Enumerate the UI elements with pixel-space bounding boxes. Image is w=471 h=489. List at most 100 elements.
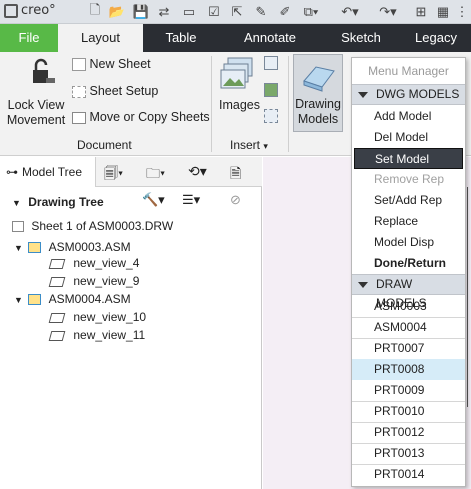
export-icon[interactable]: ⇱ xyxy=(228,3,246,21)
model-tree-icon: ⊶ xyxy=(6,165,18,179)
tree-asm0003-item[interactable]: ▼ ASM0003.ASM xyxy=(14,240,131,254)
history-tab-icon[interactable]: ⟲▾ xyxy=(188,163,207,180)
menu-model-disp[interactable]: Model Disp xyxy=(352,232,465,253)
draw-models-header[interactable]: DRAW MODELS xyxy=(352,274,465,310)
menu-model-asm0004[interactable]: ASM0004 xyxy=(352,317,465,338)
tree-settings-icon[interactable]: ☰▾ xyxy=(182,192,200,208)
tree-view-item[interactable]: new_view_4 xyxy=(48,256,140,270)
images-button[interactable]: Images xyxy=(219,98,260,112)
menu-manager-title: Menu Manager xyxy=(368,64,449,78)
left-pane: ⊶ Model Tree 🗐▾ 🗀▾ ⟲▾ 🗎 ▼ Drawing Tree 🔨… xyxy=(0,157,262,489)
collapse-icon xyxy=(358,282,368,288)
tree-view-item[interactable]: new_view_11 xyxy=(48,328,146,342)
drawing-tree-label: Drawing Tree xyxy=(28,195,104,209)
menu-add-model[interactable]: Add Model xyxy=(352,106,465,127)
menu-model-prt0010[interactable]: PRT0010 xyxy=(352,401,465,422)
sheet-icon xyxy=(12,221,24,233)
menu-replace[interactable]: Replace xyxy=(352,211,465,232)
menu-done-return[interactable]: Done/Return xyxy=(352,253,465,274)
menu-model-asm0003[interactable]: ASM0003 xyxy=(352,296,465,317)
menu-model-prt0014[interactable]: PRT0014 xyxy=(352,464,465,485)
annotate-edit-icon[interactable]: ✐ xyxy=(276,3,294,21)
tab-model-tree[interactable]: ⊶ Model Tree xyxy=(0,157,96,187)
assembly-icon xyxy=(28,242,42,254)
layers-tab-icon[interactable]: 🗐▾ xyxy=(104,163,123,187)
insert-object-icon[interactable] xyxy=(264,56,280,72)
lock-view-movement-button[interactable]: Lock View Movement xyxy=(4,98,68,128)
dwg-models-header[interactable]: DWG MODELS xyxy=(352,84,465,105)
drawing-models-label: Drawing Models xyxy=(295,97,341,126)
undo-icon[interactable]: ↶▾ xyxy=(338,3,362,21)
insert-picture-icon[interactable] xyxy=(264,83,280,99)
ribbon-separator xyxy=(288,56,289,152)
menu-del-model[interactable]: Del Model xyxy=(352,127,465,148)
new-sheet-button[interactable]: New Sheet xyxy=(72,57,151,72)
tab-sketch[interactable]: Sketch xyxy=(321,24,401,52)
tab-file[interactable]: File xyxy=(0,24,58,52)
insert-frame-icon[interactable] xyxy=(264,109,280,125)
insert-picture-shape xyxy=(264,83,278,97)
tab-legacy[interactable]: Legacy xyxy=(401,24,471,52)
menu-model-prt0013[interactable]: PRT0013 xyxy=(352,443,465,464)
menu-model-prt0012[interactable]: PRT0012 xyxy=(352,422,465,443)
tree-asm0004-item[interactable]: ▼ ASM0004.ASM xyxy=(14,292,131,306)
menu-remove-rep: Remove Rep xyxy=(374,172,445,186)
redo-icon[interactable]: ↷▾ xyxy=(376,3,400,21)
menu-set-model[interactable]: Set Model xyxy=(354,148,463,169)
window-icon[interactable]: ▭ xyxy=(180,3,198,21)
insert-dropdown-icon: ▾ xyxy=(263,141,268,151)
regenerate-icon[interactable]: ⇄ xyxy=(155,3,173,21)
tools-icon[interactable]: 🔨▾ xyxy=(142,192,165,208)
favorites-tab-icon[interactable]: 🗀▾ xyxy=(146,163,165,187)
document-group-label: Document xyxy=(77,138,132,152)
drawing-tree-header[interactable]: ▼ Drawing Tree xyxy=(12,195,104,209)
checkbox-icon[interactable]: ☑ xyxy=(205,3,223,21)
new-file-icon[interactable]: 🗋 xyxy=(86,2,104,21)
table-icon[interactable]: ⊞ xyxy=(412,3,430,21)
menu-model-prt0008[interactable]: PRT0008 xyxy=(352,359,465,380)
tab-layout[interactable]: Layout xyxy=(58,24,143,52)
images-icon[interactable] xyxy=(220,56,256,94)
creo-logo-icon xyxy=(4,3,18,18)
menu-model-prt0009[interactable]: PRT0009 xyxy=(352,380,465,401)
tree-view-item[interactable]: new_view_10 xyxy=(48,310,147,324)
tree-item-label: new_view_4 xyxy=(73,256,140,270)
tree-sheet-item[interactable]: Sheet 1 of ASM0003.DRW xyxy=(12,219,173,233)
move-copy-sheets-label: Move or Copy Sheets xyxy=(89,110,210,124)
tree-item-label: new_view_11 xyxy=(73,328,146,342)
windows-dropdown-icon[interactable]: ⧉▾ xyxy=(300,3,322,21)
tree-filter-icon[interactable]: ⊘ xyxy=(230,192,241,208)
view-icon xyxy=(48,312,66,323)
edit-icon[interactable]: ✎ xyxy=(252,3,270,21)
menu-model-prt0007[interactable]: PRT0007 xyxy=(352,338,465,359)
move-copy-sheets-icon xyxy=(72,111,86,124)
more-icon[interactable]: ⋮ xyxy=(455,3,469,21)
ribbon-separator xyxy=(211,56,212,152)
open-folder-icon[interactable]: 📂 xyxy=(108,3,126,21)
grid-icon[interactable]: ▦ xyxy=(434,3,452,21)
sheet-setup-button[interactable]: Sheet Setup xyxy=(72,84,158,98)
move-copy-sheets-button[interactable]: Move or Copy Sheets xyxy=(72,110,210,124)
tree-item-label: new_view_9 xyxy=(73,274,140,288)
sheet-setup-icon xyxy=(72,85,86,98)
tree-item-label: ASM0003.ASM xyxy=(48,240,131,254)
tree-view-item[interactable]: new_view_9 xyxy=(48,274,140,288)
drawing-models-button[interactable]: Drawing Models xyxy=(293,54,343,132)
sheet-setup-label: Sheet Setup xyxy=(89,84,159,98)
creo-logo: creo° xyxy=(4,3,56,18)
tree-item-label: Sheet 1 of ASM0003.DRW xyxy=(31,219,174,233)
tab-table[interactable]: Table xyxy=(143,24,219,52)
save-icon[interactable]: 💾 xyxy=(132,3,150,21)
model-tree-tab-label: Model Tree xyxy=(22,165,83,179)
drawing-border-line xyxy=(467,187,468,407)
tab-annotate[interactable]: Annotate xyxy=(219,24,321,52)
view-icon xyxy=(48,258,66,269)
lock-icon[interactable] xyxy=(26,56,56,88)
new-sheet-icon xyxy=(72,58,86,72)
insert-group-label[interactable]: Insert ▾ xyxy=(230,138,268,152)
tree-item-label: new_view_10 xyxy=(73,310,147,324)
menu-set-add-rep[interactable]: Set/Add Rep xyxy=(352,190,465,211)
navigator-tabs: ⊶ Model Tree 🗐▾ 🗀▾ ⟲▾ 🗎 xyxy=(0,157,262,187)
collapse-icon: ▼ xyxy=(12,198,21,208)
properties-tab-icon[interactable]: 🗎 xyxy=(230,163,241,187)
